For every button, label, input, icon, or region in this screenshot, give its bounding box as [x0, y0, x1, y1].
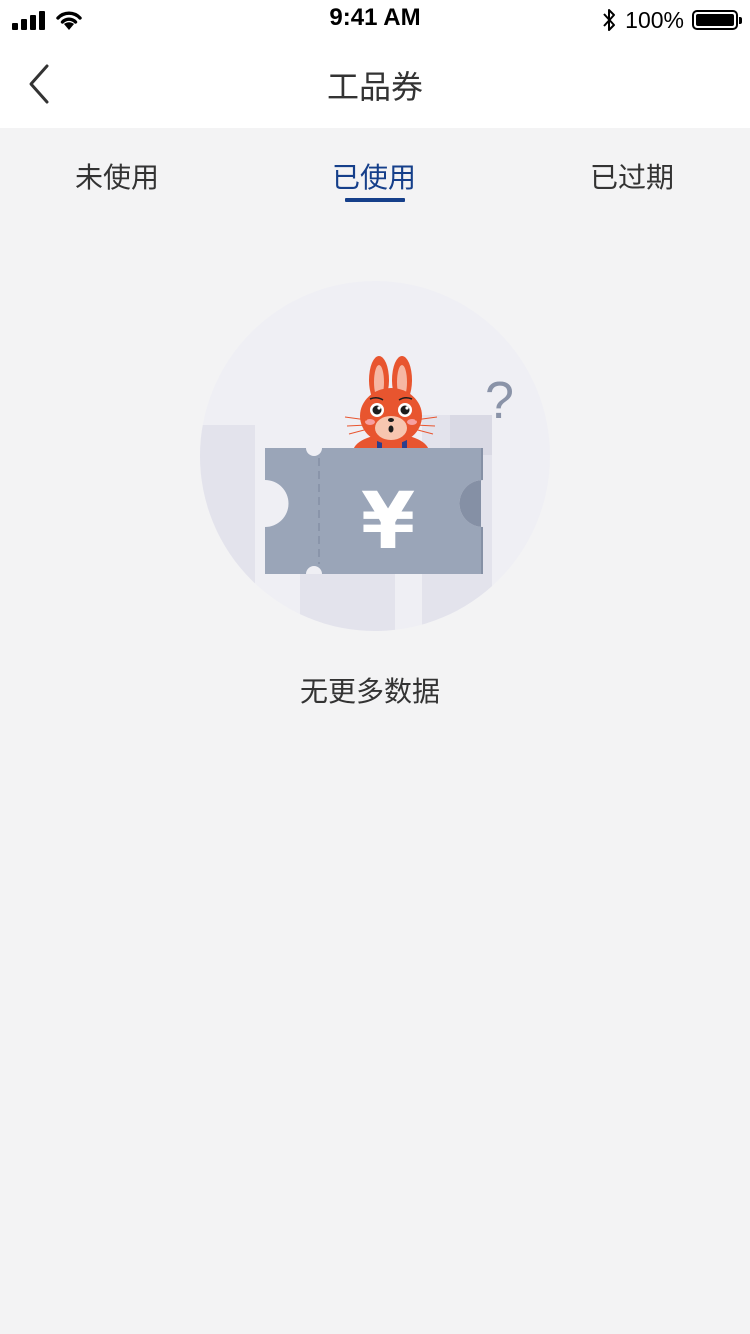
tab-expired[interactable]: 已过期	[507, 156, 750, 196]
tab-bar: 未使用 已使用 已过期	[0, 128, 750, 218]
status-bar: 9:41 AM 100%	[0, 0, 750, 40]
question-mark-icon: ?	[485, 372, 514, 430]
coupon-ticket-icon: ¥	[265, 448, 483, 574]
empty-state-illustration: ? ¥	[200, 281, 550, 631]
status-right: 100%	[601, 6, 742, 34]
tab-unused[interactable]: 未使用	[0, 156, 242, 196]
tab-used[interactable]: 已使用	[249, 156, 499, 196]
bluetooth-icon	[603, 9, 616, 31]
yen-symbol: ¥	[361, 477, 415, 567]
active-tab-indicator	[345, 198, 405, 202]
battery-percentage: 100%	[625, 6, 684, 33]
empty-state-message: 无更多数据	[0, 670, 750, 710]
empty-state-text: 无更多数据	[299, 675, 440, 708]
battery-icon	[692, 10, 742, 30]
nav-bar: 工品券	[0, 40, 750, 128]
page-title: 工品券	[326, 68, 423, 106]
